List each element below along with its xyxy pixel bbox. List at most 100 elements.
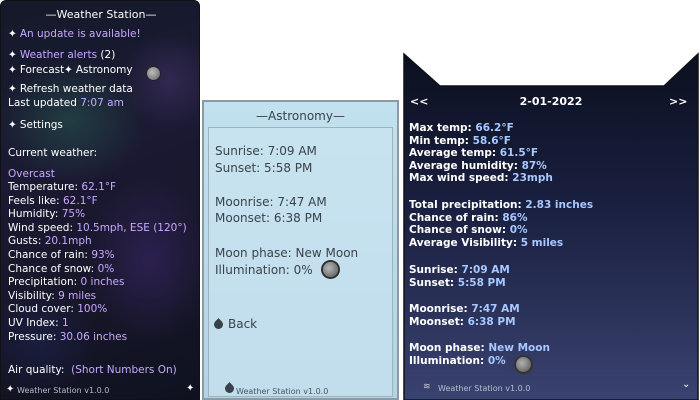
settings-link[interactable]: ✦ Settings — [8, 119, 63, 131]
forecast-date: 2-01-2022 — [519, 95, 583, 108]
moonset-text: Moonset: 6:38 PM — [215, 211, 323, 225]
sparkle-icon: ✦ — [186, 383, 195, 394]
metric-value: 30.06 inches — [59, 330, 128, 343]
sparkle-icon: ✦ — [64, 64, 73, 76]
forecast-line: Sunrise: 7:09 AM — [409, 264, 510, 276]
forecast-value: 7:09 AM — [461, 264, 510, 276]
weather-metric-row: Humidity: 75% — [8, 208, 85, 220]
forecast-label: Chance of rain: — [409, 211, 499, 224]
sparkle-icon: ✦ — [8, 83, 17, 95]
app-footer: Weather Station v1.0.0 — [236, 387, 329, 396]
forecast-value: 23mph — [512, 172, 553, 184]
weather-metric-row: Cloud cover: 100% — [8, 303, 107, 315]
moon-icon — [323, 262, 338, 277]
sparkle-icon: ✦ — [6, 384, 15, 395]
metric-value: 100% — [77, 303, 108, 316]
forecast-label: Average Visibility: — [409, 236, 518, 249]
back-button[interactable]: Back — [212, 317, 257, 331]
weather-metric-row: Pressure: 30.06 inches — [8, 331, 127, 343]
metric-value: 10.5mph, ESE (120°) — [76, 221, 187, 234]
forecast-value: 0% — [487, 354, 506, 367]
forecast-line: Chance of rain: 86% — [409, 212, 528, 224]
forecast-value: 61.5°F — [499, 147, 539, 159]
metric-label: Feels like: — [8, 194, 60, 207]
sunset-text: Sunset: 5:58 PM — [215, 161, 313, 175]
panel-title: —Weather Station— — [45, 8, 157, 21]
astronomy-panel: —Astronomy— Sunrise: 7:09 AM Sunset: 5:5… — [202, 100, 399, 400]
metric-value: 62.1°F — [81, 181, 117, 193]
refresh-weather-button[interactable]: ✦ Refresh weather data — [8, 83, 133, 95]
forecast-value: 0% — [509, 224, 528, 236]
forecast-label: Max temp: — [409, 122, 472, 134]
forecast-line: Average humidity: 87% — [409, 160, 547, 172]
metric-value: 62.1°F — [63, 194, 98, 207]
update-available-link[interactable]: ✦ An update is available! — [8, 28, 141, 40]
metric-label: Chance of snow: — [8, 262, 95, 275]
panel-title: —Astronomy— — [256, 109, 345, 123]
weather-metric-row: Chance of snow: 0% — [8, 263, 114, 275]
weather-metric-row: Wind speed: 10.5mph, ESE (120°) — [8, 222, 187, 234]
forecast-line: Max wind speed: 23mph — [409, 172, 553, 184]
forecast-value: 58.6°F — [472, 134, 511, 147]
forecast-line: Average temp: 61.5°F — [409, 147, 538, 159]
astronomy-link[interactable]: ✦ Astronomy — [64, 64, 133, 76]
metric-label: Pressure: — [8, 330, 57, 343]
forecast-label: Chance of snow: — [409, 224, 507, 236]
forecast-line: Moonset: 6:38 PM — [409, 316, 516, 328]
weather-metric-row: Gusts: 20.1mph — [8, 235, 92, 247]
metric-label: Gusts: — [8, 235, 42, 248]
forecast-value: 86% — [502, 211, 528, 224]
forecast-value: 5 miles — [520, 236, 564, 249]
forecast-label: Total precipitation: — [409, 199, 522, 211]
metric-value: 1 — [62, 317, 69, 329]
forecast-line: Moonrise: 7:47 AM — [409, 303, 520, 315]
forecast-value: 5:58 PM — [457, 276, 506, 289]
air-quality-toggle[interactable]: (Short Numbers On) — [71, 364, 177, 376]
metric-value: 75% — [61, 208, 86, 221]
forecast-value: 87% — [521, 159, 547, 172]
forecast-label: Min temp: — [409, 134, 469, 147]
metric-label: Wind speed: — [8, 221, 73, 234]
sparkle-icon: ✦ — [8, 28, 17, 40]
forecast-label: Average humidity: — [409, 159, 518, 172]
last-updated: Last updated 7:07 am — [8, 97, 124, 109]
metric-label: Temperature: — [8, 181, 79, 193]
metric-label: UV Index: — [8, 317, 59, 329]
forecast-line: Moon phase: New Moon — [409, 342, 550, 354]
moon-phase-text: Moon phase: New Moon — [215, 246, 359, 260]
forecast-line: Illumination: 0% — [409, 355, 506, 367]
moon-icon — [147, 67, 160, 80]
forecast-line: Min temp: 58.6°F — [409, 135, 511, 147]
forecast-label: Illumination: — [409, 354, 485, 367]
astronomy-content: Sunrise: 7:09 AM Sunset: 5:58 PM Moonris… — [208, 127, 393, 397]
weather-alerts-link[interactable]: ✦ Weather alerts (2) — [8, 49, 115, 61]
next-day-button[interactable]: >> — [669, 95, 687, 108]
forecast-line: Average Visibility: 5 miles — [409, 237, 563, 249]
metric-label: Chance of rain: — [8, 249, 88, 261]
weather-station-main-panel: —Weather Station— ✦ An update is availabl… — [0, 0, 200, 400]
sparkle-icon: ✦ — [8, 49, 17, 61]
illumination-text: Illumination: 0% — [215, 263, 313, 277]
metric-value: 0% — [97, 262, 115, 275]
chevron-down-icon[interactable]: ⌄ — [682, 379, 690, 390]
forecast-label: Sunset: — [409, 276, 455, 289]
moonrise-text: Moonrise: 7:47 AM — [215, 195, 327, 209]
weather-metric-row: Chance of rain: 93% — [8, 249, 115, 261]
forecast-line: Chance of snow: 0% — [409, 224, 528, 236]
metric-label: Cloud cover: — [8, 303, 74, 316]
weather-metric-row: UV Index: 1 — [8, 317, 69, 329]
forecast-label: Sunrise: — [409, 264, 458, 276]
forecast-link[interactable]: ✦ Forecast — [8, 64, 64, 76]
forecast-label: Moon phase: — [409, 342, 485, 354]
forecast-label: Average temp: — [409, 147, 497, 159]
forecast-label: Moonrise: — [409, 303, 468, 315]
air-quality: Air quality: (Short Numbers On) — [8, 364, 177, 376]
forecast-line: Total precipitation: 2.83 inches — [409, 199, 593, 211]
drop-icon — [212, 318, 225, 331]
app-footer: Weather Station v1.0.0 — [438, 384, 531, 393]
forecast-line: Sunset: 5:58 PM — [409, 277, 506, 289]
forecast-value: 2.83 inches — [525, 199, 594, 211]
metric-label: Humidity: — [8, 208, 59, 221]
weather-metric-row: Feels like: 62.1°F — [8, 195, 98, 207]
forecast-line: Max temp: 66.2°F — [409, 122, 514, 134]
